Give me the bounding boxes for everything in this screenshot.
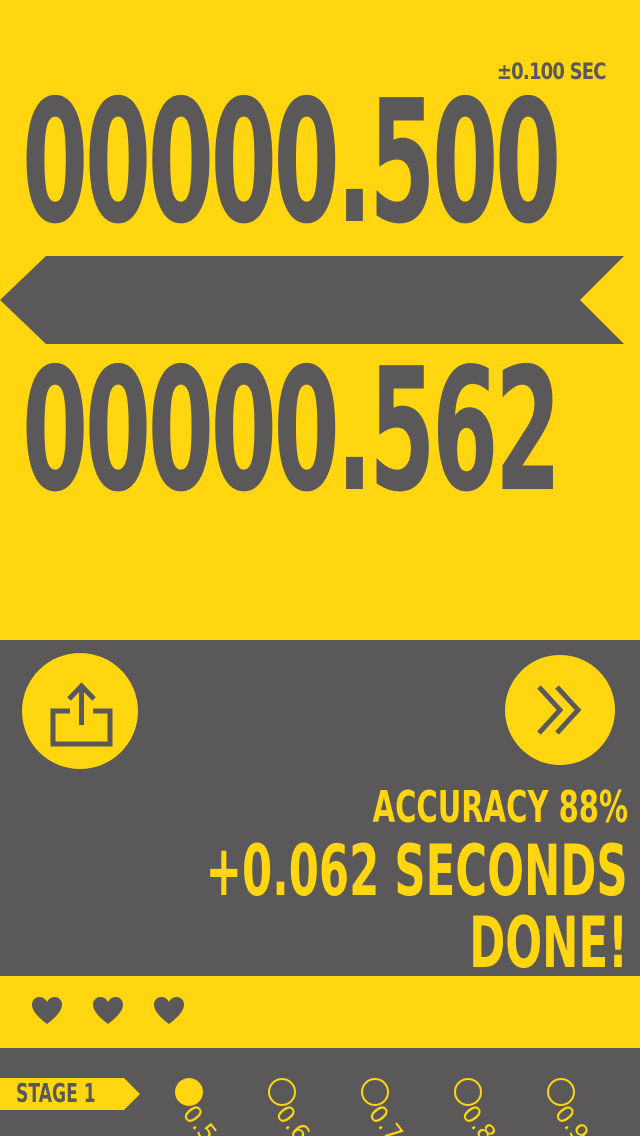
step-label: 0.7: [362, 1100, 409, 1136]
double-chevron-right-icon: [537, 685, 582, 735]
heart-icon: [154, 997, 184, 1024]
step-label: 0.9: [548, 1100, 595, 1136]
heart-icon: [32, 997, 62, 1024]
time-display-area: ±0.100 SEC 00000.500 00000.562: [0, 0, 640, 640]
next-button[interactable]: [505, 655, 615, 765]
lives-bar: [0, 976, 640, 1048]
stage-progress: STAGE 1 0.5 0.6 0.7 0.8 0.9: [0, 1048, 640, 1136]
share-button[interactable]: [22, 653, 138, 769]
stage-label: STAGE 1: [16, 1079, 96, 1109]
step-label: 0.5: [176, 1100, 223, 1136]
result-time: 00000.562: [22, 332, 561, 530]
accuracy-text: ACCURACY 88%: [372, 782, 628, 833]
step-label: 0.8: [455, 1100, 502, 1136]
result-panel: ACCURACY 88% +0.062 SECONDS DONE!: [0, 640, 640, 984]
step-label: 0.6: [269, 1100, 316, 1136]
heart-icon: [93, 997, 123, 1024]
target-time: 00000.500: [22, 64, 561, 262]
status-text: DONE!: [469, 902, 628, 984]
difference-text: +0.062 SECONDS: [205, 830, 628, 912]
share-icon: [50, 682, 113, 747]
